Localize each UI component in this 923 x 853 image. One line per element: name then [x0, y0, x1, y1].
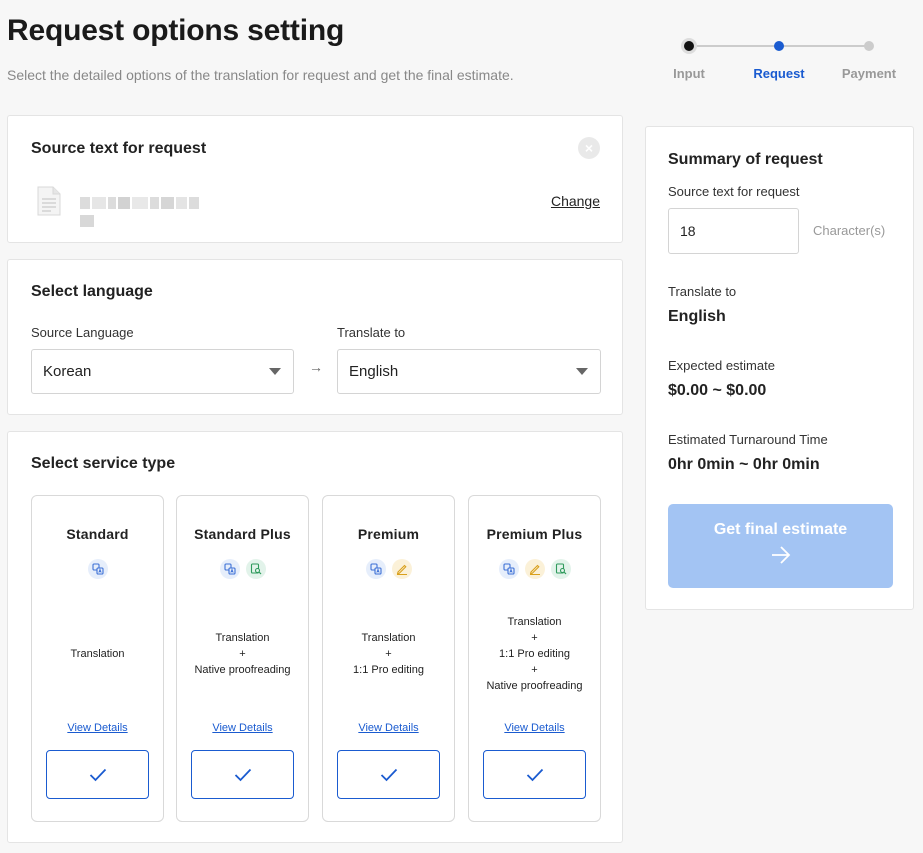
language-card-title: Select language — [31, 283, 153, 300]
service-desc: Translation + 1:1 Pro editing + Native p… — [469, 614, 600, 694]
service-desc: Translation — [32, 646, 163, 662]
service-name: Standard Plus — [194, 526, 291, 542]
service-desc: Translation + 1:1 Pro editing — [323, 630, 454, 678]
document-icon — [37, 186, 61, 216]
service-option-premium[interactable]: Premium Translation + 1:1 Pro editing Vi… — [322, 495, 455, 822]
desc-line: 1:1 Pro editing — [499, 648, 570, 660]
check-icon — [234, 768, 252, 782]
desc-line: 1:1 Pro editing — [353, 664, 424, 676]
summary-title: Summary of request — [668, 151, 823, 168]
select-standard-button[interactable] — [46, 750, 149, 799]
translate-icon — [365, 559, 386, 579]
proofread-icon — [550, 559, 571, 579]
select-standard-plus-button[interactable] — [191, 750, 294, 799]
stepper-line — [779, 45, 869, 47]
edit-icon — [524, 559, 545, 579]
step-label-input[interactable]: Input — [649, 66, 729, 81]
arrow-right-icon: → — [309, 359, 323, 375]
desc-line: Translation — [507, 616, 562, 628]
source-language-label: Source Language — [31, 325, 134, 340]
service-option-standard[interactable]: Standard Translation View Details — [31, 495, 164, 822]
step-dot-input — [684, 41, 694, 51]
chevron-down-icon — [269, 368, 281, 375]
service-desc: Translation + Native proofreading — [177, 630, 308, 678]
target-language-value: English — [349, 363, 399, 380]
summary-estimate-label: Expected estimate — [668, 358, 775, 373]
page-title: Request options setting — [7, 14, 345, 47]
translate-icon — [87, 559, 108, 579]
language-card: Select language Source Language Korean →… — [7, 259, 623, 415]
edit-icon — [391, 559, 412, 579]
page-subtitle: Select the detailed options of the trans… — [7, 67, 514, 83]
file-name-redacted — [80, 196, 216, 227]
desc-line: + — [239, 648, 246, 660]
check-icon — [380, 768, 398, 782]
cta-label: Get final estimate — [713, 521, 848, 538]
desc-line: + — [531, 632, 538, 644]
summary-turnaround-value: 0hr 0min ~ 0hr 0min — [668, 456, 820, 473]
step-dot-request — [774, 41, 784, 51]
source-card-title: Source text for request — [31, 140, 207, 157]
check-icon — [526, 768, 544, 782]
desc-line: Native proofreading — [194, 664, 291, 676]
desc-line: + — [531, 664, 538, 676]
select-premium-button[interactable] — [337, 750, 440, 799]
summary-translate-label: Translate to — [668, 284, 737, 299]
service-option-standard-plus[interactable]: Standard Plus Translation + Native proof… — [176, 495, 309, 822]
proofread-icon — [245, 559, 266, 579]
service-option-premium-plus[interactable]: Premium Plus Translation + 1:1 Pro editi… — [468, 495, 601, 822]
view-details-link[interactable]: View Details — [469, 722, 600, 734]
step-label-payment[interactable]: Payment — [829, 66, 909, 81]
source-language-select[interactable]: Korean — [31, 349, 294, 394]
close-icon[interactable]: × — [578, 137, 600, 159]
character-count-field[interactable]: 18 — [668, 208, 799, 254]
service-card-title: Select service type — [31, 455, 176, 472]
get-final-estimate-button[interactable]: Get final estimate — [668, 504, 893, 588]
service-name: Standard — [66, 526, 129, 542]
translate-icon — [219, 559, 240, 579]
desc-line: Translation — [70, 648, 125, 660]
chevron-down-icon — [576, 368, 588, 375]
summary-turnaround-label: Estimated Turnaround Time — [668, 432, 828, 447]
source-language-value: Korean — [43, 363, 92, 380]
select-premium-plus-button[interactable] — [483, 750, 586, 799]
view-details-link[interactable]: View Details — [323, 722, 454, 734]
summary-source-label: Source text for request — [668, 184, 800, 199]
service-name: Premium Plus — [486, 526, 583, 542]
service-type-card: Select service type Standard Translation… — [7, 431, 623, 843]
summary-translate-value: English — [668, 308, 726, 325]
target-language-select[interactable]: English — [337, 349, 601, 394]
desc-line: Translation — [361, 632, 416, 644]
desc-line: + — [385, 648, 392, 660]
arrow-right-icon — [772, 546, 791, 564]
step-label-request[interactable]: Request — [739, 66, 819, 81]
desc-line: Translation — [215, 632, 270, 644]
desc-line: Native proofreading — [486, 680, 583, 692]
change-link[interactable]: Change — [551, 193, 600, 209]
stepper-line — [689, 45, 779, 47]
summary-estimate-value: $0.00 ~ $0.00 — [668, 382, 767, 399]
view-details-link[interactable]: View Details — [32, 722, 163, 734]
service-name: Premium — [357, 526, 420, 542]
step-dot-payment — [864, 41, 874, 51]
view-details-link[interactable]: View Details — [177, 722, 308, 734]
character-unit: Character(s) — [813, 223, 886, 238]
translate-icon — [498, 559, 519, 579]
summary-card: Summary of request Source text for reque… — [645, 126, 914, 610]
target-language-label: Translate to — [337, 325, 406, 340]
check-icon — [89, 768, 107, 782]
progress-stepper: Input Request Payment — [660, 38, 920, 88]
source-text-card: Source text for request × Change — [7, 115, 623, 243]
